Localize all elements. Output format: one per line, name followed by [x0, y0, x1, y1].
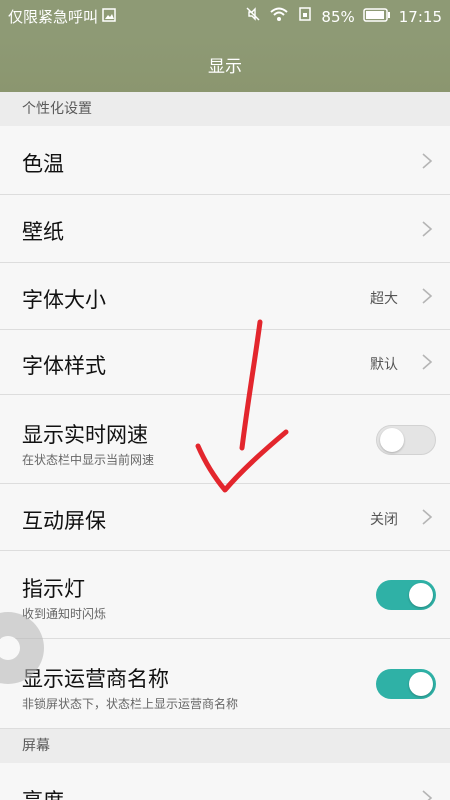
row-indicator-light[interactable]: 指示灯 收到通知时闪烁 — [0, 551, 450, 639]
section-label: 个性化设置 — [22, 101, 92, 117]
chevron-right-icon — [420, 152, 434, 170]
row-color-temperature[interactable]: 色温 — [0, 126, 450, 195]
section-header-personalize: 个性化设置 — [0, 92, 450, 126]
font-size-value: 超大 — [370, 291, 398, 307]
floating-ball-center — [0, 636, 20, 660]
row-font-size[interactable]: 字体大小 超大 — [0, 263, 450, 330]
screensaver-value: 关闭 — [370, 512, 398, 528]
toggle-knob — [409, 672, 433, 696]
row-font-style[interactable]: 字体样式 默认 — [0, 330, 450, 395]
toggle-knob — [409, 583, 433, 607]
row-wallpaper[interactable]: 壁纸 — [0, 195, 450, 263]
row-title: 字体样式 — [22, 354, 106, 378]
status-bar: 仅限紧急呼叫 85% 17:15 — [0, 0, 450, 36]
battery-icon — [363, 6, 391, 28]
row-title: 指示灯 — [22, 577, 85, 601]
font-style-value: 默认 — [370, 357, 398, 373]
toggle-knob — [380, 428, 404, 452]
row-screensaver[interactable]: 互动屏保 关闭 — [0, 484, 450, 551]
page-title-bar: 显示 — [0, 36, 450, 92]
row-title: 壁纸 — [22, 220, 64, 244]
chevron-right-icon — [420, 220, 434, 238]
battery-percent: 85% — [321, 8, 355, 26]
row-title: 显示运营商名称 — [22, 667, 169, 691]
image-icon — [102, 6, 116, 28]
row-subtitle: 收到通知时闪烁 — [22, 607, 107, 621]
network-speed-toggle[interactable] — [376, 425, 436, 455]
page-title: 显示 — [208, 56, 242, 77]
sim-icon — [297, 6, 313, 28]
row-title: 互动屏保 — [22, 509, 106, 533]
row-network-speed[interactable]: 显示实时网速 在状态栏中显示当前网速 — [0, 395, 450, 484]
carrier-name-toggle[interactable] — [376, 669, 436, 699]
indicator-light-toggle[interactable] — [376, 580, 436, 610]
clock: 17:15 — [398, 8, 442, 26]
mute-icon — [245, 6, 261, 28]
wifi-icon — [269, 6, 289, 28]
row-subtitle: 在状态栏中显示当前网速 — [22, 453, 155, 467]
display-settings-screen: 仅限紧急呼叫 85% 17:15 显示 个性化设置 色温 壁纸 字体大小 超大 … — [0, 0, 450, 800]
chevron-right-icon — [420, 508, 434, 526]
chevron-right-icon — [420, 353, 434, 371]
row-carrier-name[interactable]: 显示运营商名称 非锁屏状态下，状态栏上显示运营商名称 — [0, 639, 450, 729]
row-title: 亮度 — [22, 785, 64, 800]
chevron-right-icon — [420, 789, 434, 800]
row-title: 显示实时网速 — [22, 423, 148, 447]
section-label: 屏幕 — [22, 738, 50, 754]
carrier-text: 仅限紧急呼叫 — [8, 8, 99, 26]
row-title: 色温 — [22, 152, 64, 176]
row-brightness[interactable]: 亮度 — [0, 763, 450, 800]
row-title: 字体大小 — [22, 288, 106, 312]
chevron-right-icon — [420, 287, 434, 305]
row-subtitle: 非锁屏状态下，状态栏上显示运营商名称 — [22, 697, 239, 711]
section-header-screen: 屏幕 — [0, 729, 450, 763]
